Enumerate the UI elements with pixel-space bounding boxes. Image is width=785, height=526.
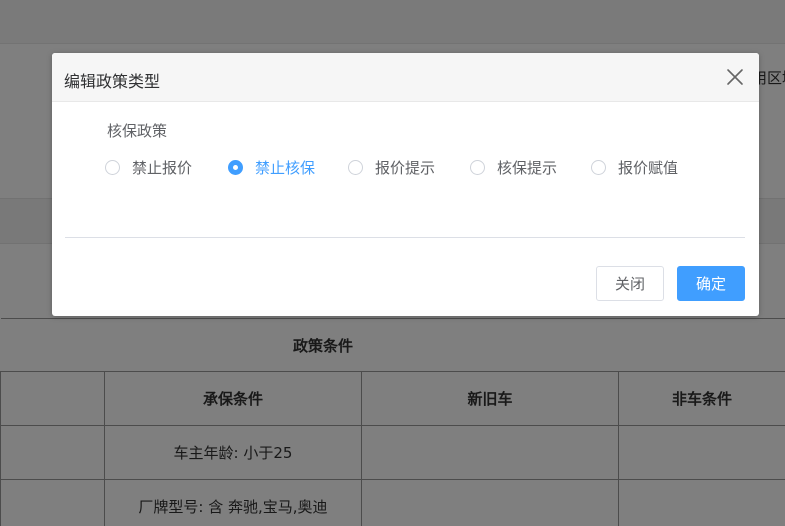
- radio-circle[interactable]: [105, 160, 120, 175]
- confirm-button[interactable]: 确定: [677, 266, 745, 301]
- page: 用区域 政策条件 承保条件 新旧车 非车条件 车主年龄: 小于25 厂牌型号: …: [0, 0, 785, 526]
- radio-quote-hint[interactable]: 报价提示: [348, 157, 435, 178]
- close-button[interactable]: 关闭: [596, 266, 664, 301]
- radio-label: 报价赋值: [618, 159, 679, 177]
- dialog-header: 编辑政策类型: [52, 53, 759, 102]
- radio-circle[interactable]: [228, 160, 243, 175]
- underwriting-policy-label: 核保政策: [107, 122, 168, 140]
- footer-divider: [65, 237, 745, 238]
- radio-quote-assignment[interactable]: 报价赋值: [591, 157, 678, 178]
- radio-prohibit-quote[interactable]: 禁止报价: [105, 157, 192, 178]
- dialog-title: 编辑政策类型: [64, 72, 161, 91]
- radio-label: 禁止报价: [132, 159, 193, 177]
- radio-label: 禁止核保: [255, 159, 316, 177]
- edit-policy-type-dialog: 编辑政策类型 核保政策 禁止报价 禁止核保 报价提示 核保提示 报价赋值 关闭 …: [52, 53, 759, 316]
- radio-underwriting-hint[interactable]: 核保提示: [470, 157, 557, 178]
- radio-circle[interactable]: [591, 160, 606, 175]
- radio-circle[interactable]: [470, 160, 485, 175]
- radio-prohibit-underwriting[interactable]: 禁止核保: [228, 157, 315, 178]
- close-icon[interactable]: [725, 67, 745, 87]
- radio-label: 报价提示: [375, 159, 436, 177]
- radio-circle[interactable]: [348, 160, 363, 175]
- radio-label: 核保提示: [497, 159, 558, 177]
